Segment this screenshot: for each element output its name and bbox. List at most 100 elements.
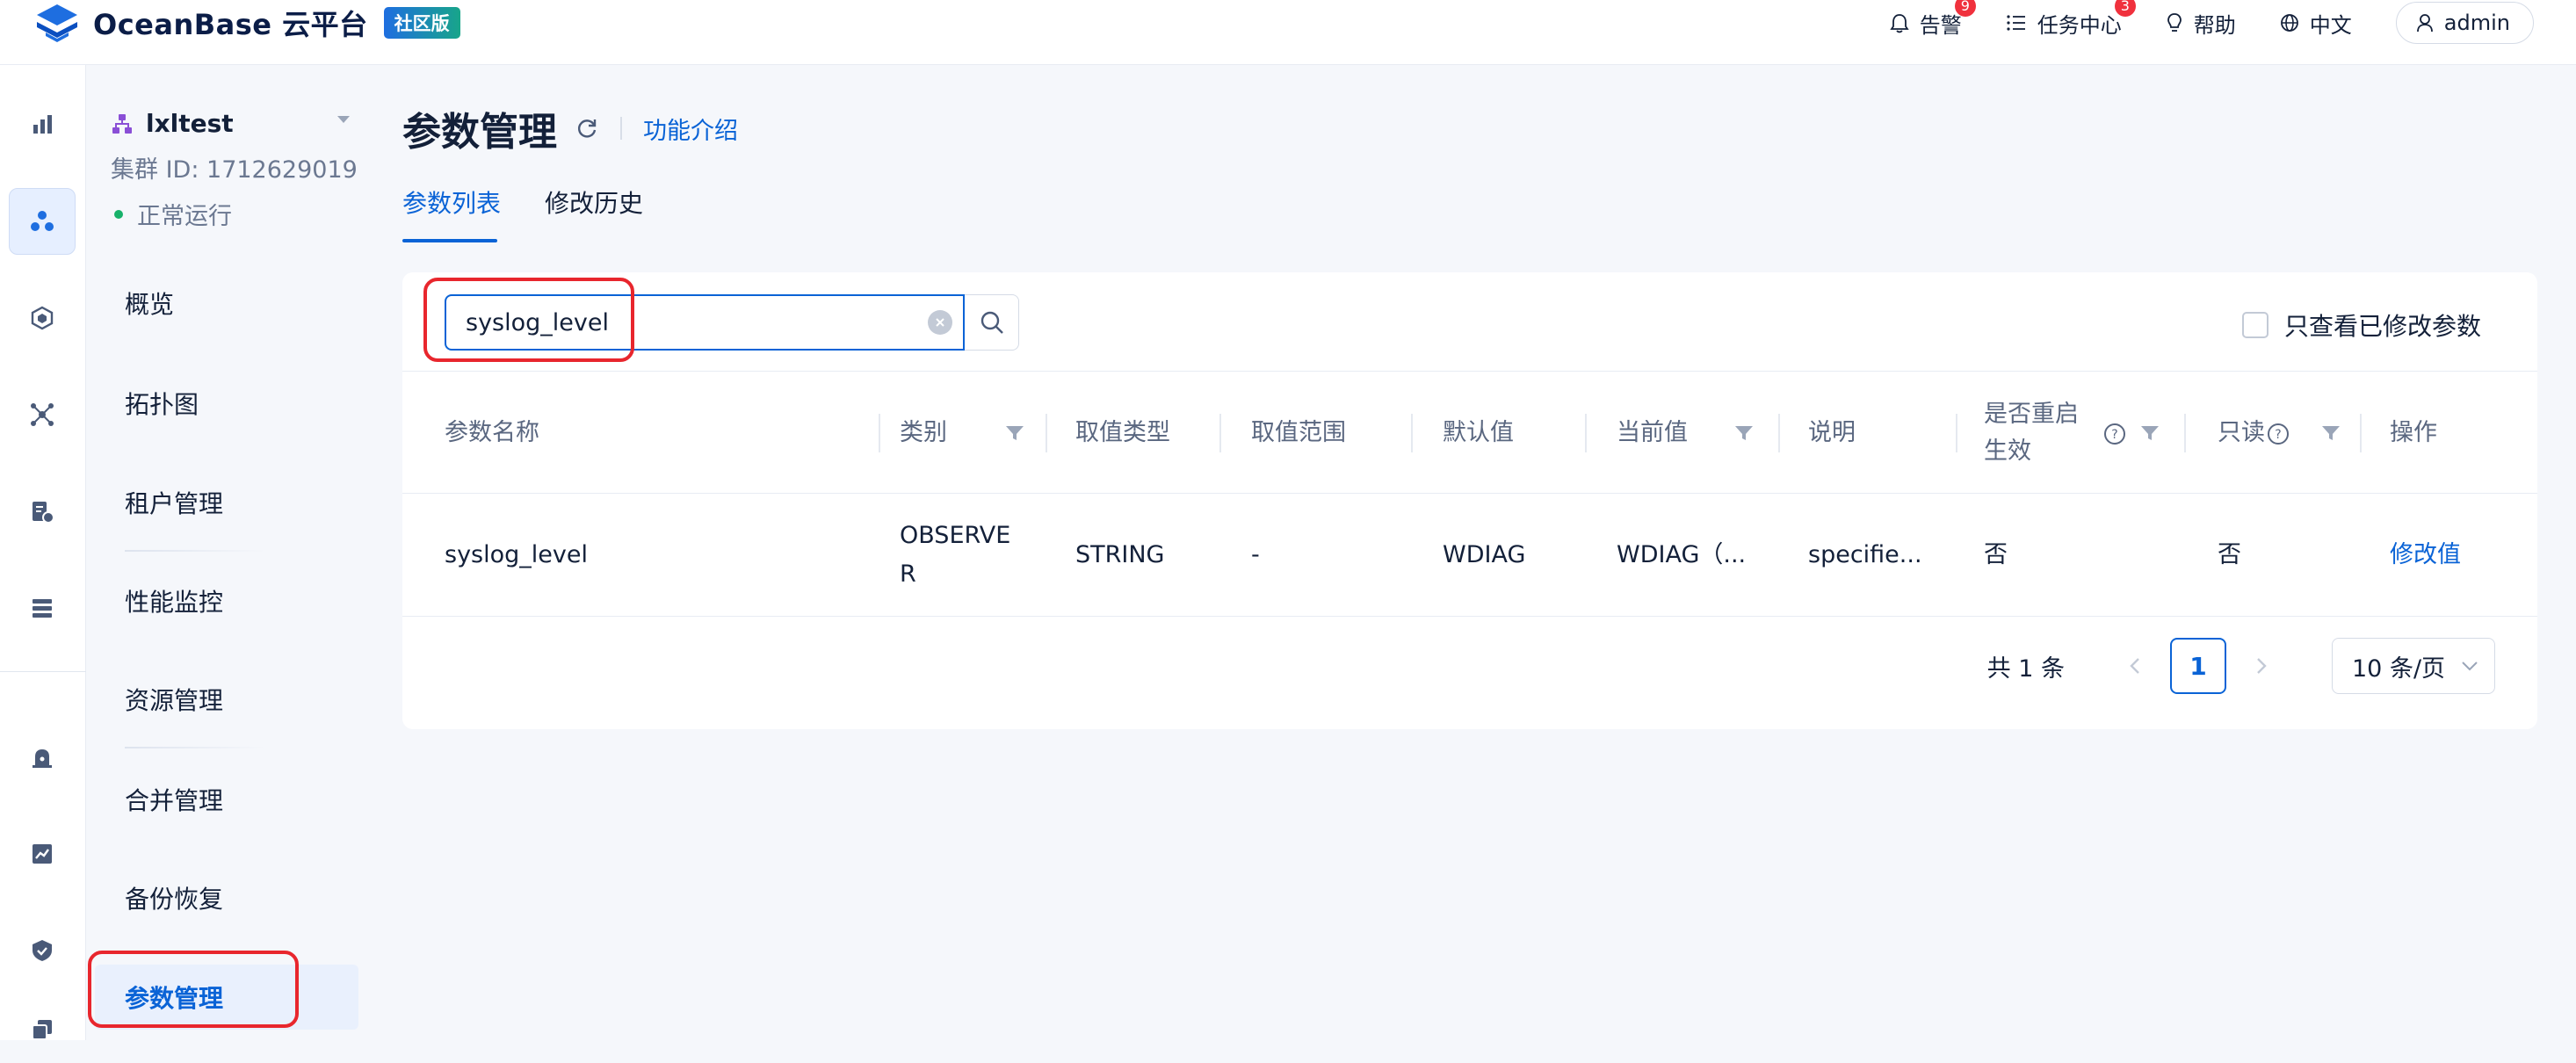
page-title: 参数管理 <box>402 110 557 155</box>
cluster-name: lxltest <box>146 109 234 138</box>
cell-value-range: - <box>1251 541 1260 568</box>
task-list-icon <box>2007 15 2025 31</box>
modify-value-link[interactable]: 修改值 <box>2390 494 2461 617</box>
cluster-status-text: 正常运行 <box>137 203 232 230</box>
lightbulb-icon <box>2167 13 2182 32</box>
parameter-card: 只查看已修改参数 参数名称 类别 取值类型 取值范围 默认值 当前值 说明 是否… <box>402 272 2537 729</box>
alerts-count-badge: 9 <box>1954 0 1976 17</box>
overview-chart-icon[interactable] <box>9 91 76 158</box>
cell-description: specifie... <box>1808 541 1922 568</box>
cluster-icon[interactable] <box>9 188 76 255</box>
table-row: syslog_level OBSERVER STRING - WDIAG WDI… <box>402 494 2537 617</box>
top-bar: OceanBase 云平台 社区版 告警 9 任务中心 3 帮助 中文 admi… <box>0 0 2576 65</box>
tab-parameter-list[interactable]: 参数列表 <box>402 184 501 242</box>
cluster-status: 正常运行 <box>111 197 358 231</box>
svg-text:?: ? <box>2275 428 2281 442</box>
brand[interactable]: OceanBase 云平台 社区版 <box>33 0 460 46</box>
nav-item-topology[interactable]: 拓扑图 <box>125 377 353 430</box>
question-icon[interactable]: ? <box>2103 423 2126 445</box>
monitor-chart-icon[interactable] <box>9 821 76 887</box>
prev-page-icon[interactable] <box>2117 648 2153 683</box>
brand-name: OceanBase 云平台 <box>93 8 368 41</box>
column-header: 是否重启生效 <box>1984 401 2079 465</box>
oceanbase-logo-icon <box>37 4 77 42</box>
status-dot <box>114 209 123 219</box>
task-center-label: 任务中心 <box>2037 12 2122 38</box>
task-center-menu[interactable]: 任务中心 3 <box>2006 0 2136 39</box>
column-header: 操作 <box>2390 419 2437 446</box>
search-icon <box>980 311 1003 334</box>
only-modified-toggle[interactable]: 只查看已修改参数 <box>2241 307 2481 343</box>
filter-icon[interactable] <box>1734 424 1754 442</box>
nav-item-tenants[interactable]: 租户管理 <box>125 476 353 529</box>
cluster-sidebar: lxltest 集群 ID: 1712629019 正常运行 概览 拓扑图 租户… <box>86 65 360 1040</box>
column-header: 取值范围 <box>1251 419 1346 446</box>
main-content: 参数管理 功能介绍 参数列表 修改历史 syslog_level 只查看已修改参… <box>360 65 2576 1040</box>
alerts-label: 告警 <box>1919 12 1962 38</box>
filter-icon[interactable] <box>2140 424 2160 442</box>
filter-icon[interactable] <box>1005 424 1024 442</box>
page-size-label: 10 条/页 <box>2352 654 2446 683</box>
tenant-cube-icon[interactable] <box>9 285 76 351</box>
only-modified-checkbox[interactable] <box>2241 312 2268 338</box>
search-input[interactable] <box>445 294 965 351</box>
alerts-menu[interactable]: 告警 9 <box>1890 0 1976 39</box>
column-divider <box>1956 414 1957 452</box>
header-divider <box>620 117 622 140</box>
tab-modification-history[interactable]: 修改历史 <box>545 184 643 242</box>
tasks-count-badge: 3 <box>2114 0 2136 17</box>
column-header: 当前值 <box>1617 419 1688 446</box>
page-number[interactable]: 1 <box>2170 638 2226 694</box>
clear-icon[interactable] <box>928 310 952 335</box>
alarm-icon[interactable] <box>9 724 76 791</box>
language-menu[interactable]: 中文 <box>2280 8 2352 39</box>
column-header: 默认值 <box>1443 419 1514 446</box>
chevron-down-icon <box>2462 662 2478 671</box>
cell-category: OBSERVER <box>900 522 1011 588</box>
cell-current-value: WDIAG（... <box>1617 541 1747 568</box>
caret-down-icon[interactable] <box>336 114 351 125</box>
cluster-selector[interactable]: lxltest 集群 ID: 1712629019 正常运行 <box>111 109 358 231</box>
nav-item-overview[interactable]: 概览 <box>125 277 353 329</box>
globe-icon <box>2280 14 2298 32</box>
refresh-icon[interactable] <box>575 116 599 141</box>
column-divider <box>1411 414 1413 452</box>
page-tabs: 参数列表 修改历史 <box>402 184 687 242</box>
nav-item-parameters[interactable]: 参数管理 <box>95 965 358 1030</box>
column-divider <box>2184 414 2186 452</box>
feature-intro-link[interactable]: 功能介绍 <box>643 112 738 146</box>
question-icon[interactable]: ? <box>2267 423 2290 445</box>
search-button[interactable] <box>965 294 1019 351</box>
column-header: 参数名称 <box>445 419 539 446</box>
nav-item-resources[interactable]: 资源管理 <box>125 673 353 726</box>
rail-divider <box>0 671 86 672</box>
pagination-total: 共 1 条 <box>1986 654 2065 683</box>
edition-badge: 社区版 <box>383 7 460 39</box>
user-name: admin <box>2443 11 2510 35</box>
cell-read-only: 否 <box>2218 541 2241 568</box>
user-icon <box>2416 14 2433 33</box>
icon-rail <box>0 65 86 1040</box>
list-icon[interactable] <box>9 575 76 641</box>
cluster-tree-icon <box>112 113 132 134</box>
user-menu-button[interactable]: admin <box>2395 2 2534 44</box>
cluster-name-row: lxltest <box>111 109 358 138</box>
package-icon[interactable] <box>9 478 76 545</box>
copy-icon[interactable] <box>9 996 76 1063</box>
only-modified-label: 只查看已修改参数 <box>2283 312 2481 341</box>
page-size-select[interactable]: 10 条/页 <box>2332 638 2495 694</box>
security-shield-icon[interactable] <box>9 917 76 984</box>
nav-item-merge[interactable]: 合并管理 <box>125 773 353 826</box>
next-page-icon[interactable] <box>2244 648 2279 683</box>
nav-divider <box>125 550 265 552</box>
column-divider <box>879 414 880 452</box>
search-box <box>445 294 1019 351</box>
topology-icon[interactable] <box>9 381 76 448</box>
help-menu[interactable]: 帮助 <box>2166 8 2236 39</box>
filter-icon[interactable] <box>2321 424 2341 442</box>
nav-divider <box>125 747 265 748</box>
nav-item-performance[interactable]: 性能监控 <box>125 575 353 627</box>
page-header: 参数管理 功能介绍 <box>402 100 738 156</box>
nav-item-backup[interactable]: 备份恢复 <box>125 871 353 924</box>
column-header: 只读 <box>2218 419 2265 446</box>
